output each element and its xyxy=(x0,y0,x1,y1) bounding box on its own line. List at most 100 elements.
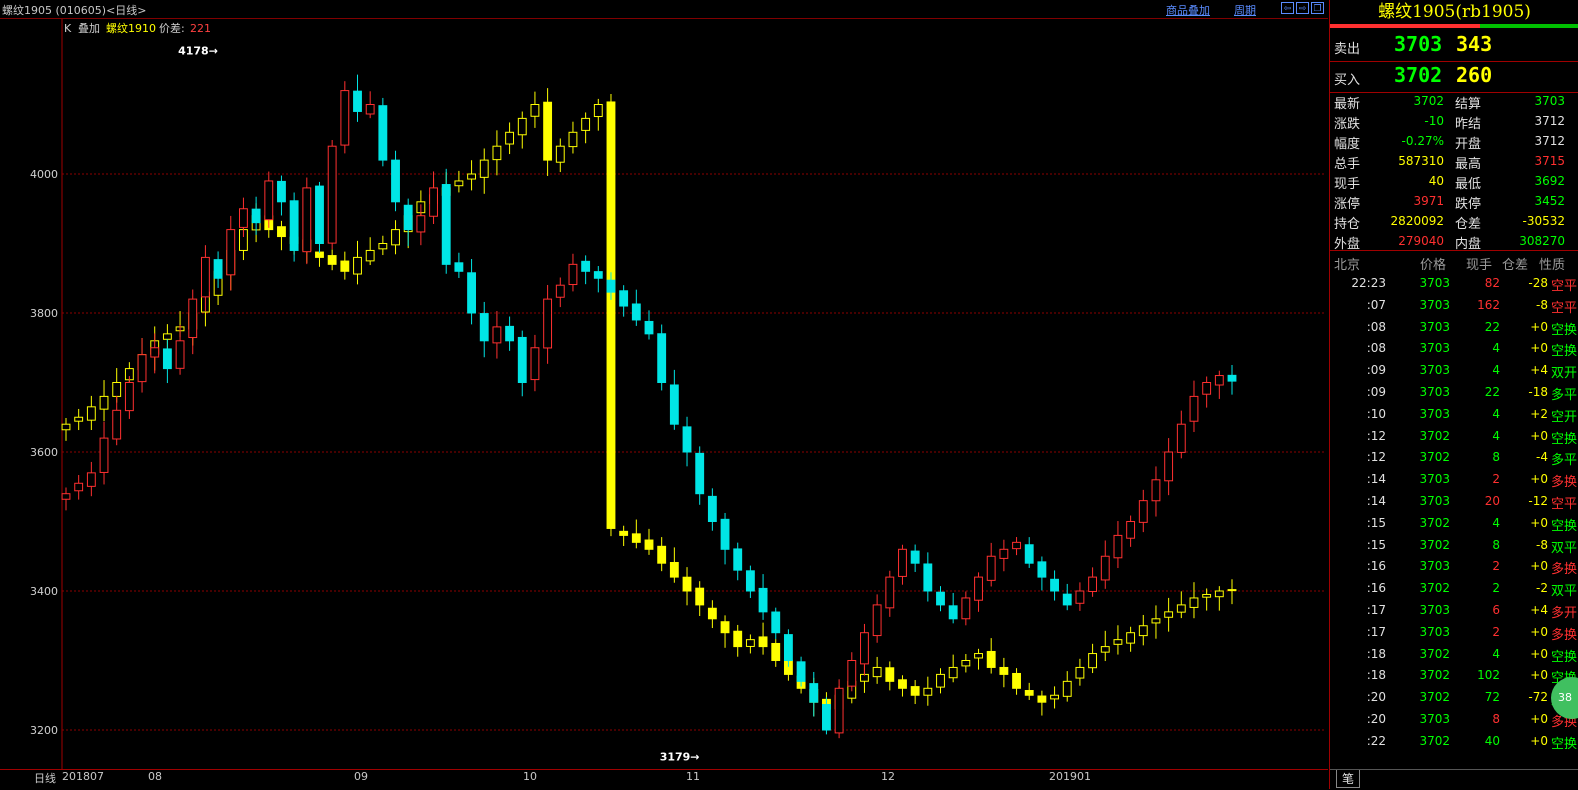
overlay-candle xyxy=(1075,666,1085,679)
overlay-candle xyxy=(365,249,375,262)
candle xyxy=(847,660,857,687)
title-green-bar xyxy=(1480,24,1578,28)
bid-row: 买入 3702 260 xyxy=(1330,61,1578,93)
trades-header-cell: 现手 xyxy=(1466,258,1493,273)
trade-cell: 8 xyxy=(1492,712,1500,726)
trade-cell: :08 xyxy=(1366,319,1386,334)
trade-cell: 2 xyxy=(1492,472,1500,487)
x-tick-label: 09 xyxy=(354,770,368,783)
overlay-candle xyxy=(530,104,540,117)
back-icon[interactable]: ⇦ xyxy=(1281,2,1294,14)
stat-value: 3452 xyxy=(1534,194,1565,208)
stat-row: 现手 40 最低 3692 xyxy=(1330,172,1578,192)
trade-row[interactable]: :16 3702 2 -2 双平 xyxy=(1330,578,1578,600)
trades-header-cell: 仓差 xyxy=(1502,258,1529,273)
candlestick-chart[interactable]: 3200 3400 3600 3800 4000 K 叠加 螺纹1910 价差: 221 4178→… xyxy=(0,19,1328,769)
trade-cell: 72 xyxy=(1484,690,1500,705)
candle xyxy=(606,279,616,293)
overlay-candle xyxy=(1138,625,1148,637)
x-tick-label: 11 xyxy=(686,770,700,783)
overlay-candle xyxy=(1037,695,1047,703)
candle xyxy=(61,493,71,500)
trade-row[interactable]: :14 3703 2 +0 多换 xyxy=(1330,469,1578,491)
trade-row[interactable]: :17 3703 6 +4 多开 xyxy=(1330,600,1578,622)
trade-cell: 2 xyxy=(1492,581,1500,596)
bottom-tabs: 笔 xyxy=(1330,769,1578,790)
trade-row[interactable]: :07 3703 162 -8 空平 xyxy=(1330,295,1578,317)
overlay-commodity-link[interactable]: 商品叠加 xyxy=(1166,2,1210,18)
trade-row[interactable]: :08 3703 22 +0 空换 xyxy=(1330,317,1578,339)
trade-cell: 3702 xyxy=(1419,733,1450,748)
candle xyxy=(517,336,527,383)
candle xyxy=(505,325,515,342)
legend-item-1: 叠加 xyxy=(78,22,100,35)
candle xyxy=(226,229,236,276)
candle xyxy=(771,611,781,634)
trade-cell: 4 xyxy=(1492,646,1500,661)
trade-cell: 3703 xyxy=(1419,624,1450,639)
trade-cell: 空换 xyxy=(1550,736,1577,752)
trade-cell: :09 xyxy=(1366,363,1386,378)
overlay-candle xyxy=(631,533,641,543)
overlay-candle xyxy=(391,229,400,246)
trade-cell: 22:23 xyxy=(1351,276,1386,290)
trades-header-cell: 价格 xyxy=(1420,258,1447,273)
stat-key: 昨结 xyxy=(1455,117,1482,132)
trade-cell: 3703 xyxy=(1419,363,1450,378)
candle xyxy=(124,382,134,412)
candle xyxy=(340,90,350,146)
restore-icon[interactable]: ❐ xyxy=(1311,2,1324,14)
trade-row[interactable]: :17 3703 2 +0 多换 xyxy=(1330,622,1578,644)
overlay-candle xyxy=(517,117,527,136)
y-tick-label: 3200 xyxy=(30,724,58,737)
trade-row[interactable]: :12 3702 4 +0 空换 xyxy=(1330,426,1578,448)
trade-row[interactable]: :09 3703 4 +4 双开 xyxy=(1330,360,1578,382)
trade-cell: 空平 xyxy=(1550,497,1577,512)
trade-cell: :12 xyxy=(1366,450,1386,465)
trade-cell: :18 xyxy=(1366,646,1386,661)
trade-row[interactable]: :18 3702 4 +0 空换 xyxy=(1330,644,1578,666)
candle xyxy=(898,548,907,577)
candle xyxy=(175,340,185,369)
forward-icon[interactable]: ⇨ xyxy=(1296,2,1309,14)
stat-key: 外盘 xyxy=(1334,237,1361,252)
annotation-label: 4178→ xyxy=(178,44,218,57)
trade-row[interactable]: :16 3703 2 +0 多换 xyxy=(1330,556,1578,578)
period-link[interactable]: 周期 xyxy=(1234,2,1256,18)
trade-row[interactable]: :20370272-72双平 xyxy=(1330,687,1578,709)
trade-row[interactable]: :14 3703 20 -12 空平 xyxy=(1330,491,1578,513)
trade-row[interactable]: :10 3703 4 +2 空开 xyxy=(1330,404,1578,426)
candle xyxy=(657,333,667,384)
trade-cell: 4 xyxy=(1492,406,1500,421)
tab-ticks[interactable]: 笔 xyxy=(1336,770,1361,788)
trade-cell: :12 xyxy=(1366,428,1386,443)
candle xyxy=(264,180,274,221)
stat-row: 涨跌 -10 昨结 3712 xyxy=(1330,112,1578,132)
overlay-candle xyxy=(162,333,172,340)
overlay-candle xyxy=(961,660,971,667)
overlay-candle xyxy=(999,666,1009,675)
trade-row[interactable]: :15 3702 8 -8 双平 xyxy=(1330,535,1578,557)
trade-cell: :10 xyxy=(1366,406,1386,421)
trade-cell: 双平 xyxy=(1550,584,1577,600)
stat-row: 持仓 2820092 仓差 -30532 xyxy=(1330,212,1578,232)
trade-row[interactable]: :183702102+0空换 xyxy=(1330,665,1578,687)
stat-value: 3971 xyxy=(1413,194,1444,208)
trade-row[interactable]: :22 3702 40 +0 空换 xyxy=(1330,731,1578,753)
trade-row[interactable]: :15 3702 4 +0 空换 xyxy=(1330,513,1578,535)
candle xyxy=(1189,395,1199,422)
ask-volume: 343 xyxy=(1456,32,1493,56)
trade-row[interactable]: :12 3702 8 -4 多平 xyxy=(1330,447,1578,469)
trade-row[interactable]: :08 3703 4 +0 空换 xyxy=(1330,338,1578,360)
trade-row[interactable]: :20 3703 8 +0 多换 xyxy=(1330,709,1578,731)
contract-title: 螺纹1905(rb1905) xyxy=(1378,2,1531,22)
overlay-candle xyxy=(1227,589,1237,592)
trade-row[interactable]: :09 3703 22 -18 多平 xyxy=(1330,382,1578,404)
trade-cell: 4 xyxy=(1492,363,1500,378)
overlay-candle xyxy=(771,642,781,662)
legend-item-2: 螺纹1910 xyxy=(106,21,156,35)
stat-value: 3715 xyxy=(1534,154,1565,168)
overlay-candle xyxy=(733,630,743,648)
trade-row[interactable]: 22:23 3703 82 -28 空平 xyxy=(1330,273,1578,295)
candle xyxy=(74,482,84,492)
